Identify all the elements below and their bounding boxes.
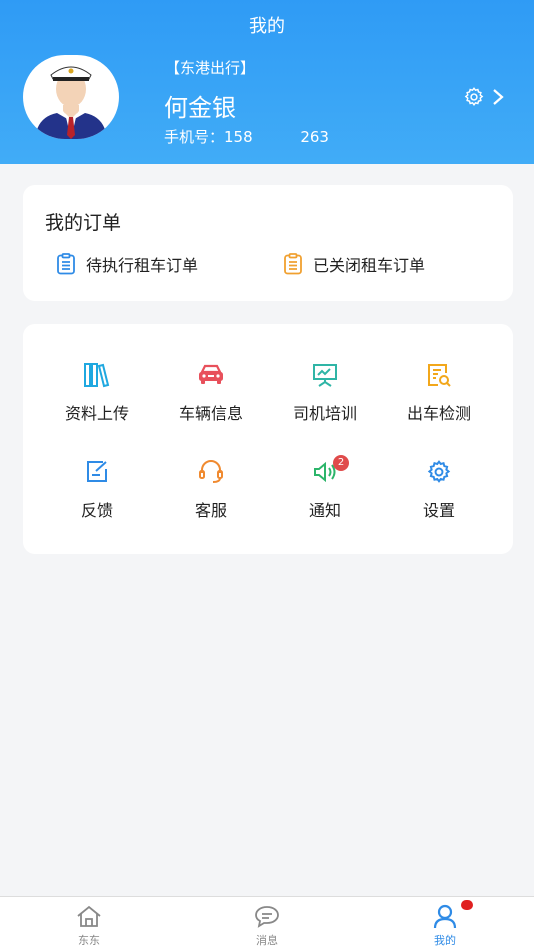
edit-document-icon bbox=[87, 461, 107, 482]
departure-inspection-label: 出车检测 bbox=[406, 404, 471, 423]
phone-label: 手机号： bbox=[164, 128, 225, 146]
user-name: 何金银 bbox=[164, 94, 236, 122]
tab-home[interactable]: 东东 bbox=[39, 903, 139, 948]
car-icon bbox=[199, 364, 223, 384]
my-orders-title: 我的订单 bbox=[45, 212, 122, 234]
departure-inspection-item[interactable]: 出车检测 bbox=[382, 360, 496, 424]
customer-service-label: 客服 bbox=[194, 501, 227, 520]
unread-dot bbox=[461, 900, 473, 910]
vehicle-info-label: 车辆信息 bbox=[178, 404, 243, 423]
tab-mine[interactable]: 我的 bbox=[395, 900, 495, 948]
driver-training-label: 司机培训 bbox=[292, 404, 357, 423]
vehicle-info-item[interactable]: 车辆信息 bbox=[154, 360, 268, 424]
presentation-board-icon bbox=[313, 364, 337, 387]
bottom-tab-bar: 东东 消息 我的 bbox=[0, 896, 534, 950]
closed-rental-orders-link[interactable]: 已关闭租车订单 bbox=[281, 252, 425, 276]
tab-messages[interactable]: 消息 bbox=[217, 903, 317, 948]
phone-prefix: 158 bbox=[224, 128, 253, 146]
chevron-right-icon bbox=[493, 89, 504, 105]
document-search-icon bbox=[428, 364, 451, 387]
my-orders-card: 我的订单 待执行租车订单 已关闭租车订单 bbox=[23, 185, 513, 301]
feedback-item[interactable]: 反馈 bbox=[40, 457, 154, 521]
notifications-label: 通知 bbox=[308, 501, 341, 520]
profile-settings-link[interactable] bbox=[463, 85, 511, 109]
page-title: 我的 bbox=[249, 16, 285, 37]
phone-number: 手机号：158 263 bbox=[164, 126, 329, 147]
tab-home-label: 东东 bbox=[78, 934, 100, 947]
headset-icon bbox=[199, 460, 223, 483]
user-icon bbox=[433, 904, 457, 929]
chat-bubble-icon bbox=[255, 906, 279, 928]
feedback-label: 反馈 bbox=[80, 501, 113, 520]
clipboard-icon bbox=[57, 253, 75, 275]
home-icon bbox=[77, 905, 101, 927]
gear-icon bbox=[427, 460, 451, 483]
profile-header: 我的 【东港出行】 何金银 手机号：158 263 bbox=[0, 0, 534, 164]
settings-label: 设置 bbox=[422, 501, 455, 520]
closed-orders-label: 已关闭租车订单 bbox=[313, 256, 426, 275]
avatar[interactable] bbox=[23, 55, 119, 139]
tab-messages-label: 消息 bbox=[256, 934, 278, 947]
function-grid-card: 资料上传 车辆信息 司机培训 出车检测 反馈 客服 2 通知 设置 bbox=[23, 324, 513, 554]
company-name: 【东港出行】 bbox=[165, 59, 256, 77]
gear-icon bbox=[464, 87, 484, 107]
tab-mine-label: 我的 bbox=[434, 934, 456, 947]
driver-training-item[interactable]: 司机培训 bbox=[268, 360, 382, 424]
pending-rental-orders-link[interactable]: 待执行租车订单 bbox=[54, 252, 198, 276]
notifications-item[interactable]: 2 通知 bbox=[268, 455, 382, 521]
upload-documents-label: 资料上传 bbox=[64, 404, 129, 423]
books-icon bbox=[84, 363, 110, 388]
customer-service-item[interactable]: 客服 bbox=[154, 457, 268, 521]
pending-orders-label: 待执行租车订单 bbox=[86, 256, 199, 275]
phone-suffix: 263 bbox=[300, 128, 329, 146]
clipboard-icon bbox=[284, 253, 302, 275]
upload-documents-item[interactable]: 资料上传 bbox=[40, 360, 154, 424]
notification-count-badge: 2 bbox=[333, 455, 349, 471]
settings-item[interactable]: 设置 bbox=[382, 457, 496, 521]
